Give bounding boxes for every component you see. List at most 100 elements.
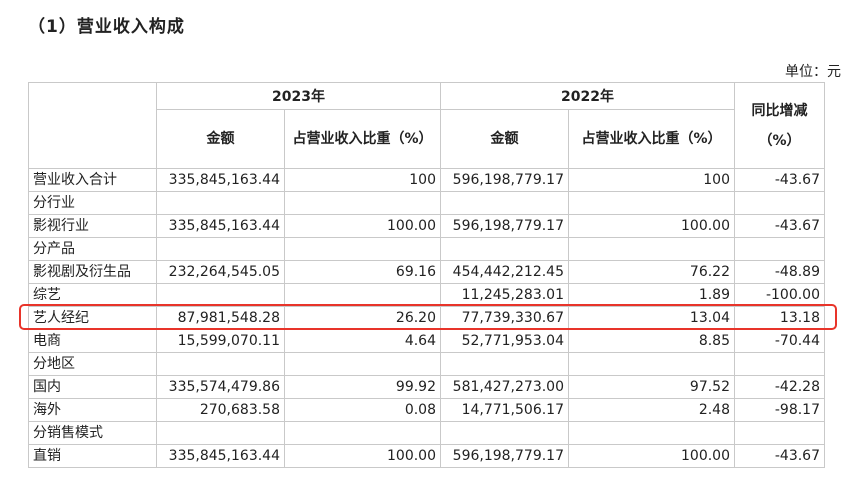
- row-label: 艺人经纪: [28, 306, 157, 330]
- share-2023: [284, 237, 441, 261]
- share-2022: 1.89: [568, 283, 735, 307]
- amount-2023: 87,981,548.28: [156, 306, 285, 330]
- share-2022: [568, 191, 735, 215]
- table-row: 影视行业 335,845,163.44 100.00 596,198,779.1…: [28, 214, 825, 238]
- amount-2022: [440, 191, 569, 215]
- yoy-change: -42.28: [734, 375, 825, 399]
- amount-2023: [156, 352, 285, 376]
- table-row: 分产品: [28, 237, 825, 261]
- unit-note: 单位：元: [785, 64, 841, 80]
- amount-2023: 335,845,163.44: [156, 444, 285, 468]
- yoy-change: -43.67: [734, 214, 825, 238]
- amount-2022: 454,442,212.45: [440, 260, 569, 284]
- amount-2023: 270,683.58: [156, 398, 285, 422]
- row-label: 分产品: [28, 237, 157, 261]
- amount-2022: 596,198,779.17: [440, 168, 569, 192]
- share-2022: 100.00: [568, 444, 735, 468]
- row-label: 分地区: [28, 352, 157, 376]
- share-2023: 0.08: [284, 398, 441, 422]
- amount-2023: [156, 191, 285, 215]
- header-year-2022: 2022年: [440, 82, 735, 110]
- amount-2022: 14,771,506.17: [440, 398, 569, 422]
- yoy-change: -43.67: [734, 168, 825, 192]
- amount-2022: 11,245,283.01: [440, 283, 569, 307]
- header-yoy: 同比增减（%）: [734, 82, 825, 169]
- row-label: 分行业: [28, 191, 157, 215]
- table-row: 海外 270,683.58 0.08 14,771,506.17 2.48 -9…: [28, 398, 825, 422]
- yoy-change: 13.18: [734, 306, 825, 330]
- share-2023: [284, 283, 441, 307]
- share-2022: 76.22: [568, 260, 735, 284]
- yoy-change: [734, 421, 825, 445]
- row-label: 营业收入合计: [28, 168, 157, 192]
- share-2022: [568, 352, 735, 376]
- row-label: 电商: [28, 329, 157, 353]
- yoy-change: -70.44: [734, 329, 825, 353]
- amount-2023: 335,845,163.44: [156, 168, 285, 192]
- table-row: 电商 15,599,070.11 4.64 52,771,953.04 8.85…: [28, 329, 825, 353]
- amount-2023: 232,264,545.05: [156, 260, 285, 284]
- yoy-change: -48.89: [734, 260, 825, 284]
- amount-2022: 581,427,273.00: [440, 375, 569, 399]
- share-2023: [284, 352, 441, 376]
- table-row: 营业收入合计 335,845,163.44 100 596,198,779.17…: [28, 168, 825, 192]
- amount-2023: [156, 421, 285, 445]
- header-amount-2022: 金额: [440, 109, 569, 169]
- amount-2023: 335,574,479.86: [156, 375, 285, 399]
- header-share-2023: 占营业收入比重（%）: [284, 109, 441, 169]
- yoy-change: -98.17: [734, 398, 825, 422]
- header-blank-cell: [28, 82, 157, 169]
- share-2022: [568, 421, 735, 445]
- table-row-highlighted: 艺人经纪 87,981,548.28 26.20 77,739,330.67 1…: [28, 306, 825, 330]
- row-label: 直销: [28, 444, 157, 468]
- share-2023: 99.92: [284, 375, 441, 399]
- share-2023: [284, 191, 441, 215]
- revenue-composition-table: 2023年 2022年 同比增减（%） 金额 占营业收入比重（%） 金额 占营业…: [28, 82, 825, 468]
- yoy-change: [734, 191, 825, 215]
- section-title: （1）营业收入构成: [28, 17, 185, 37]
- row-label: 综艺: [28, 283, 157, 307]
- amount-2023: [156, 237, 285, 261]
- row-label: 海外: [28, 398, 157, 422]
- share-2023: [284, 421, 441, 445]
- row-label: 影视剧及衍生品: [28, 260, 157, 284]
- row-label: 国内: [28, 375, 157, 399]
- yoy-change: -43.67: [734, 444, 825, 468]
- amount-2022: 596,198,779.17: [440, 444, 569, 468]
- share-2023: 26.20: [284, 306, 441, 330]
- share-2023: 69.16: [284, 260, 441, 284]
- row-label: 分销售模式: [28, 421, 157, 445]
- amount-2023: 15,599,070.11: [156, 329, 285, 353]
- share-2023: 100.00: [284, 214, 441, 238]
- share-2023: 100: [284, 168, 441, 192]
- share-2022: 8.85: [568, 329, 735, 353]
- header-yoy-label: 同比增减（%）: [751, 102, 808, 149]
- header-share-2023-label: 占营业收入比重（%）: [292, 131, 433, 147]
- share-2022: [568, 237, 735, 261]
- table-row: 分地区: [28, 352, 825, 376]
- share-2023: 100.00: [284, 444, 441, 468]
- yoy-change: [734, 237, 825, 261]
- header-year-2023: 2023年: [156, 82, 441, 110]
- table-row: 影视剧及衍生品 232,264,545.05 69.16 454,442,212…: [28, 260, 825, 284]
- amount-2023: 335,845,163.44: [156, 214, 285, 238]
- amount-2022: 596,198,779.17: [440, 214, 569, 238]
- amount-2022: [440, 237, 569, 261]
- header-share-2022: 占营业收入比重（%）: [568, 109, 735, 169]
- amount-2022: [440, 421, 569, 445]
- share-2023: 4.64: [284, 329, 441, 353]
- share-2022: 2.48: [568, 398, 735, 422]
- header-row-years: 2023年 2022年 同比增减（%）: [28, 82, 825, 169]
- table-row: 国内 335,574,479.86 99.92 581,427,273.00 9…: [28, 375, 825, 399]
- table-row: 分行业: [28, 191, 825, 215]
- share-2022: 97.52: [568, 375, 735, 399]
- share-2022: 100: [568, 168, 735, 192]
- header-amount-2023: 金额: [156, 109, 285, 169]
- table-row: 分销售模式: [28, 421, 825, 445]
- amount-2022: 77,739,330.67: [440, 306, 569, 330]
- amount-2023: [156, 283, 285, 307]
- yoy-change: [734, 352, 825, 376]
- table-row: 直销 335,845,163.44 100.00 596,198,779.17 …: [28, 444, 825, 468]
- yoy-change: -100.00: [734, 283, 825, 307]
- row-label: 影视行业: [28, 214, 157, 238]
